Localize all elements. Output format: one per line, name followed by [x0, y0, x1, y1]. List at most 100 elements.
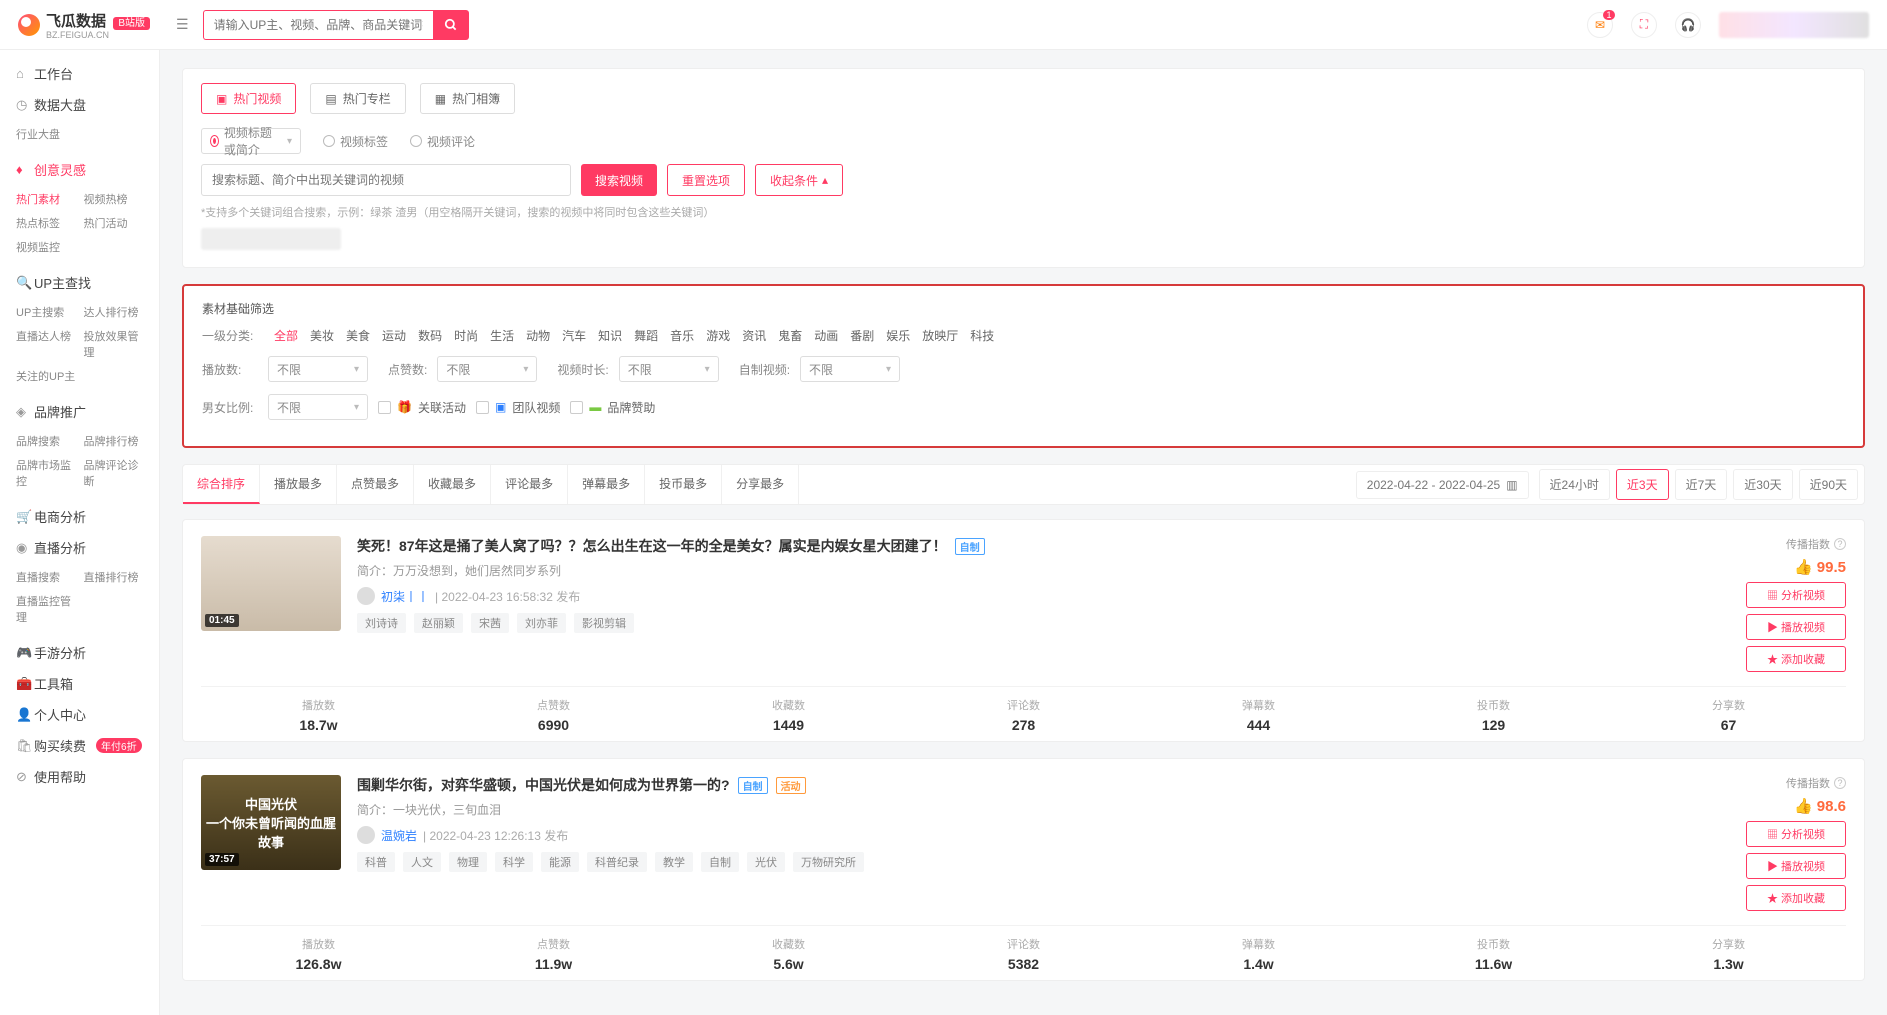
- video-tag[interactable]: 影视剪辑: [574, 613, 634, 633]
- avatar[interactable]: [357, 826, 375, 844]
- category-10[interactable]: 舞蹈: [628, 327, 664, 345]
- video-tag[interactable]: 赵丽颖: [414, 613, 463, 633]
- gift-icon[interactable]: ⛶: [1631, 12, 1657, 38]
- support-icon[interactable]: 🎧: [1675, 12, 1701, 38]
- sidebar-tool[interactable]: 🧰工具箱: [0, 668, 159, 699]
- sort-3[interactable]: 收藏最多: [414, 465, 491, 504]
- sidebar-item-live-search[interactable]: 直播搜索: [12, 565, 80, 589]
- video-title[interactable]: 围剿华尔街，对弈华盛顿，中国光伏是如何成为世界第一的?自制活动: [357, 775, 1670, 795]
- favorite-button[interactable]: ★ 添加收藏: [1746, 646, 1846, 672]
- tab-hot-column[interactable]: ▤热门专栏: [310, 83, 405, 114]
- analyze-button[interactable]: ▦ 分析视频: [1746, 821, 1846, 847]
- avatar[interactable]: [357, 587, 375, 605]
- video-thumbnail[interactable]: 01:45: [201, 536, 341, 631]
- sidebar-item-hot-material[interactable]: 热门素材: [12, 187, 80, 211]
- category-19[interactable]: 科技: [964, 327, 1000, 345]
- sidebar-item-brand-search[interactable]: 品牌搜索: [12, 429, 80, 453]
- self-select[interactable]: 不限: [800, 356, 900, 382]
- category-13[interactable]: 资讯: [736, 327, 772, 345]
- video-title[interactable]: 笑死！87年这是捅了美人窝了吗？？怎么出生在这一年的全是美女？属实是内娱女星大团…: [357, 536, 1670, 556]
- help-icon[interactable]: ?: [1834, 777, 1846, 789]
- category-6[interactable]: 生活: [484, 327, 520, 345]
- category-3[interactable]: 运动: [376, 327, 412, 345]
- author-name[interactable]: 初柒丨丨: [381, 588, 429, 605]
- play-button[interactable]: ▶ 播放视频: [1746, 614, 1846, 640]
- sidebar-item-live-monitor[interactable]: 直播监控管理: [12, 589, 80, 629]
- sidebar-dashboard[interactable]: ◷数据大盘: [0, 89, 159, 120]
- like-select[interactable]: 不限: [437, 356, 537, 382]
- date-range-picker[interactable]: 2022-04-22 - 2022-04-25▥: [1356, 471, 1529, 499]
- sidebar-item-follow-up[interactable]: 关注的UP主: [12, 364, 80, 388]
- chk-team[interactable]: ▣团队视频: [476, 399, 560, 416]
- chk-activity[interactable]: 🎁关联活动: [378, 399, 466, 416]
- chk-brand[interactable]: ▬品牌赞助: [570, 399, 655, 416]
- video-tag[interactable]: 自制: [701, 852, 739, 872]
- sidebar-item-industry[interactable]: 行业大盘: [12, 122, 80, 146]
- sidebar-item-brand-rank[interactable]: 品牌排行榜: [80, 429, 148, 453]
- video-tag[interactable]: 人文: [403, 852, 441, 872]
- category-7[interactable]: 动物: [520, 327, 556, 345]
- sidebar-brand[interactable]: ◈品牌推广: [0, 396, 159, 427]
- video-tag[interactable]: 刘亦菲: [517, 613, 566, 633]
- category-8[interactable]: 汽车: [556, 327, 592, 345]
- global-search-input[interactable]: [203, 10, 433, 40]
- sort-0[interactable]: 综合排序: [183, 465, 260, 504]
- video-tag[interactable]: 光伏: [747, 852, 785, 872]
- range-0[interactable]: 近24小时: [1539, 469, 1610, 500]
- author-name[interactable]: 温婉岩: [381, 827, 417, 844]
- sidebar-item-up-search[interactable]: UP主搜索: [12, 300, 80, 324]
- sidebar-collapse-icon[interactable]: ☰: [176, 16, 189, 33]
- category-2[interactable]: 美食: [340, 327, 376, 345]
- sidebar-item-up-rank[interactable]: 达人排行榜: [80, 300, 148, 324]
- sidebar-item-live-rank[interactable]: 直播排行榜: [80, 565, 148, 589]
- category-4[interactable]: 数码: [412, 327, 448, 345]
- video-tag[interactable]: 刘诗诗: [357, 613, 406, 633]
- sidebar-item-brand-monitor[interactable]: 品牌市场监控: [12, 453, 80, 493]
- sidebar-personal[interactable]: 👤个人中心: [0, 699, 159, 730]
- analyze-button[interactable]: ▦ 分析视频: [1746, 582, 1846, 608]
- sort-5[interactable]: 弹幕最多: [568, 465, 645, 504]
- play-button[interactable]: ▶ 播放视频: [1746, 853, 1846, 879]
- reset-button[interactable]: 重置选项: [667, 164, 745, 196]
- video-thumbnail[interactable]: 中国光伏 一个你未曾听闻的血腥故事37:57: [201, 775, 341, 870]
- sidebar-item-placement[interactable]: 投放效果管理: [80, 324, 148, 364]
- play-select[interactable]: 不限: [268, 356, 368, 382]
- radio-title[interactable]: 视频标题或简介: [201, 128, 301, 154]
- video-tag[interactable]: 科普: [357, 852, 395, 872]
- logo[interactable]: 飞瓜数据 B站版 BZ.FEIGUA.CN: [18, 10, 150, 40]
- category-1[interactable]: 美妆: [304, 327, 340, 345]
- collapse-filters-button[interactable]: 收起条件▴: [755, 164, 843, 196]
- category-17[interactable]: 娱乐: [880, 327, 916, 345]
- sidebar-upsearch[interactable]: 🔍UP主查找: [0, 267, 159, 298]
- video-tag[interactable]: 万物研究所: [793, 852, 864, 872]
- range-4[interactable]: 近90天: [1799, 469, 1858, 500]
- user-area[interactable]: [1719, 12, 1869, 38]
- range-1[interactable]: 近3天: [1616, 469, 1669, 500]
- category-16[interactable]: 番剧: [844, 327, 880, 345]
- help-icon[interactable]: ?: [1834, 538, 1846, 550]
- sort-6[interactable]: 投币最多: [645, 465, 722, 504]
- keyword-input[interactable]: [201, 164, 571, 196]
- sort-1[interactable]: 播放最多: [260, 465, 337, 504]
- video-tag[interactable]: 科学: [495, 852, 533, 872]
- sidebar-item-hot-tag[interactable]: 热点标签: [12, 211, 80, 235]
- sort-2[interactable]: 点赞最多: [337, 465, 414, 504]
- range-2[interactable]: 近7天: [1675, 469, 1728, 500]
- video-tag[interactable]: 能源: [541, 852, 579, 872]
- sort-7[interactable]: 分享最多: [722, 465, 799, 504]
- range-3[interactable]: 近30天: [1733, 469, 1792, 500]
- sidebar-workbench[interactable]: ⌂工作台: [0, 58, 159, 89]
- favorite-button[interactable]: ★ 添加收藏: [1746, 885, 1846, 911]
- sidebar-item-brand-review[interactable]: 品牌评论诊断: [80, 453, 148, 493]
- sidebar-item-live-rank[interactable]: 直播达人榜: [12, 324, 80, 364]
- sort-4[interactable]: 评论最多: [491, 465, 568, 504]
- category-9[interactable]: 知识: [592, 327, 628, 345]
- sidebar-item-video-rank[interactable]: 视频热榜: [80, 187, 148, 211]
- category-14[interactable]: 鬼畜: [772, 327, 808, 345]
- sidebar-ecom[interactable]: 🛒电商分析: [0, 501, 159, 532]
- search-video-button[interactable]: 搜索视频: [581, 164, 657, 196]
- sidebar-renew[interactable]: 🛍购买续费年付6折: [0, 730, 159, 761]
- sidebar-item-video-monitor[interactable]: 视频监控: [12, 235, 80, 259]
- mail-icon[interactable]: ✉1: [1587, 12, 1613, 38]
- radio-comment[interactable]: 视频评论: [410, 128, 475, 154]
